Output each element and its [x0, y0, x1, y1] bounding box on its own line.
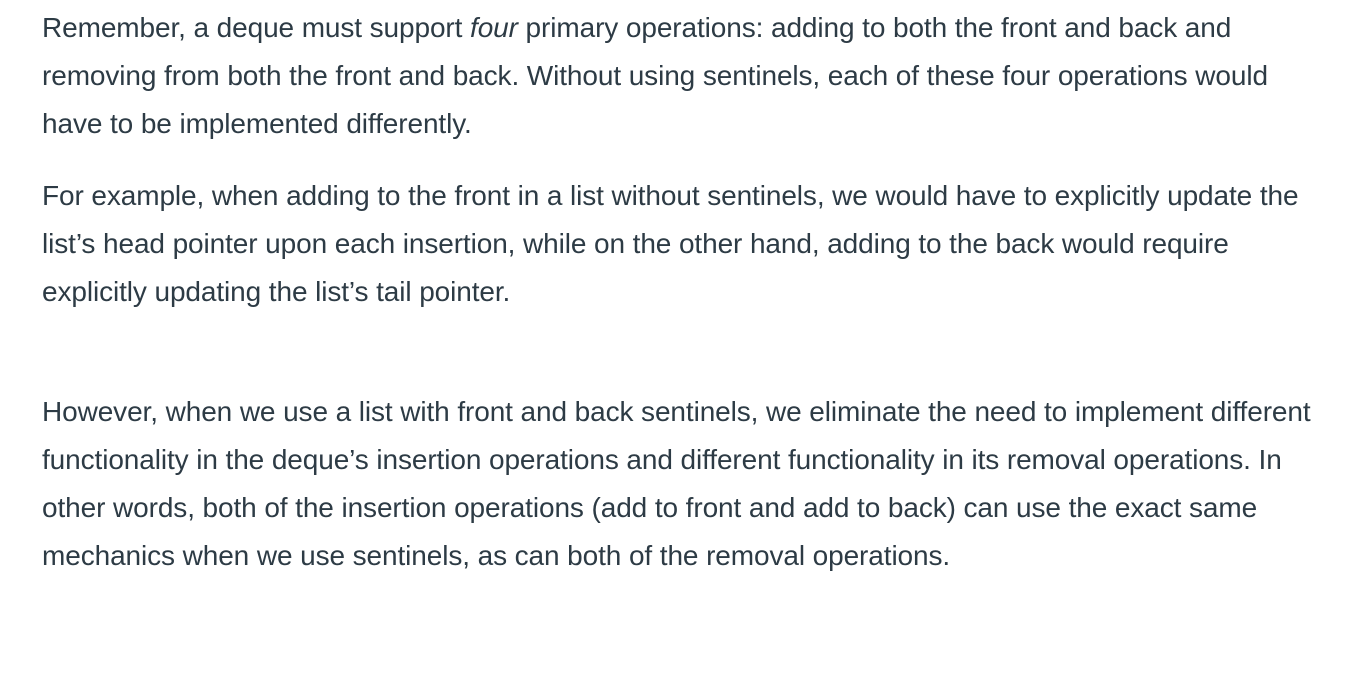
paragraph-with-sentinels: However, when we use a list with front a… — [42, 396, 1311, 571]
document-body: Remember, a deque must support four prim… — [42, 4, 1332, 580]
paragraph-without-sentinels-example: For example, when adding to the front in… — [42, 180, 1299, 307]
paragraph-1-start: Remember, a deque must support — [42, 12, 471, 43]
paragraph-deque-operations: Remember, a deque must support four prim… — [42, 4, 1332, 148]
emphasis-four: four — [470, 12, 518, 43]
